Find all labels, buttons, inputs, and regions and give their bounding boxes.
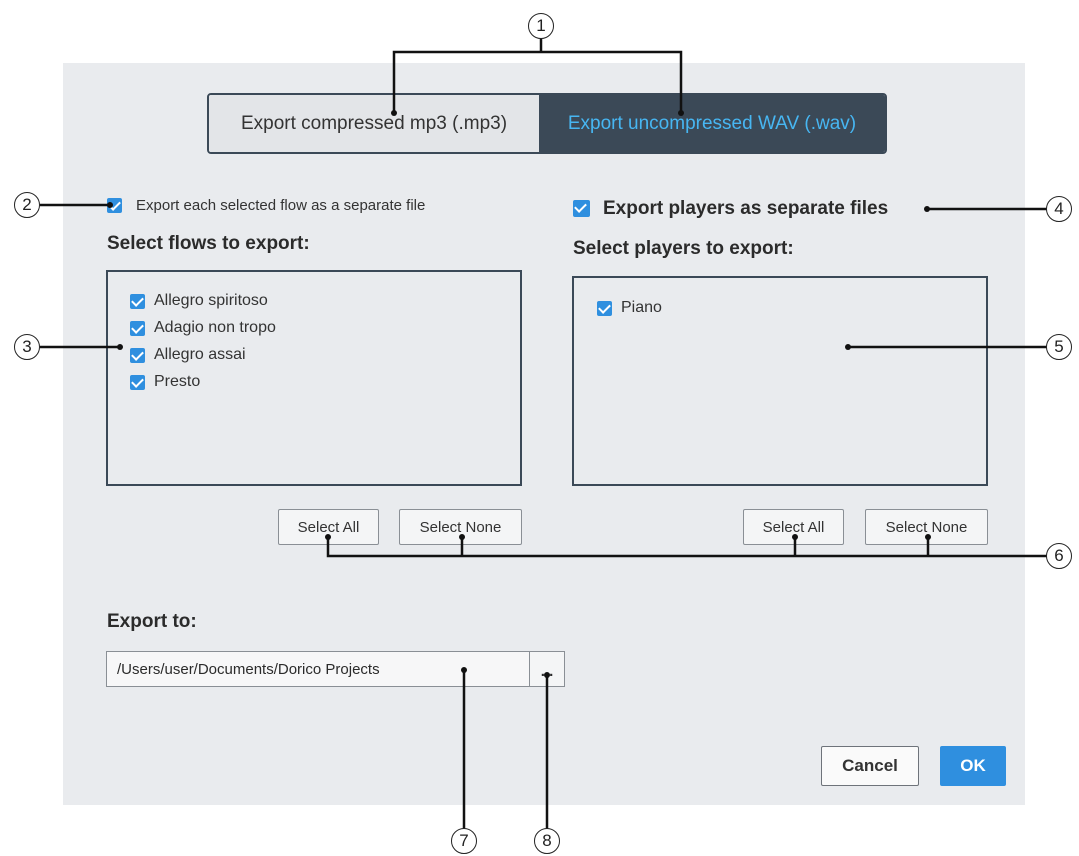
callout-1: 1 bbox=[528, 13, 554, 39]
callout-7: 7 bbox=[451, 828, 477, 854]
callout-4: 4 bbox=[1046, 196, 1072, 222]
callout-leader-lines bbox=[40, 38, 1048, 830]
callout-5: 5 bbox=[1046, 334, 1072, 360]
callout-2: 2 bbox=[14, 192, 40, 218]
callout-6: 6 bbox=[1046, 543, 1072, 569]
callout-3: 3 bbox=[14, 334, 40, 360]
callout-8: 8 bbox=[534, 828, 560, 854]
